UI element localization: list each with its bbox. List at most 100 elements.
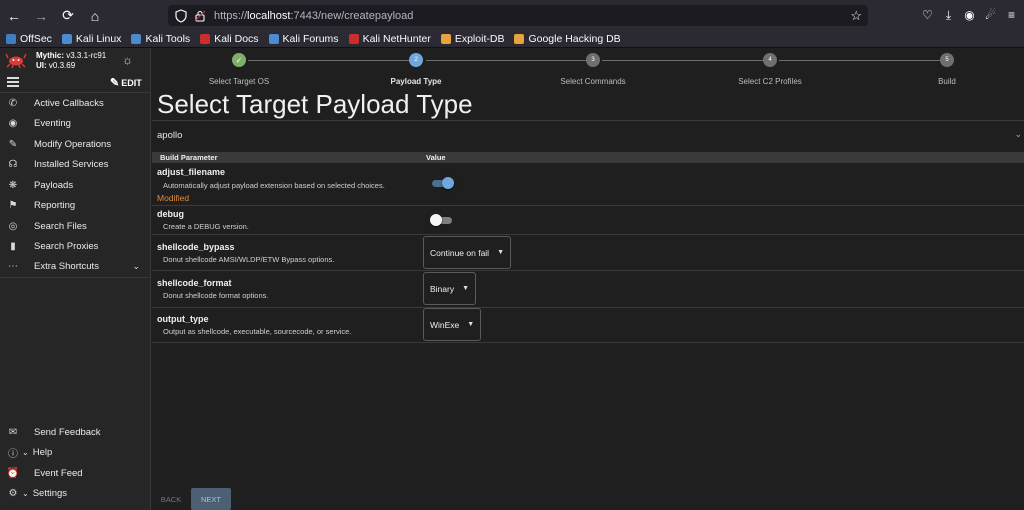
- sidebar-item-reporting[interactable]: ⚑ Reporting: [0, 196, 150, 217]
- hamburger-menu-icon[interactable]: [7, 77, 19, 87]
- sidebar-item-settings[interactable]: ⚙ ⌄ Settings: [0, 484, 150, 505]
- sidebar-item-modify-operations[interactable]: ✎ Modify Operations: [0, 134, 150, 155]
- sidebar-item-payloads[interactable]: ❋ Payloads: [0, 175, 150, 196]
- play-circle-icon: ◉: [8, 118, 18, 130]
- lock-icon: [194, 10, 206, 22]
- sidebar-item-send-feedback[interactable]: ✉ Send Feedback: [0, 422, 150, 443]
- menu-icon[interactable]: ≡: [1003, 4, 1020, 26]
- sidebar-item-help[interactable]: ⓘ ⌄ Help: [0, 443, 150, 464]
- step-build[interactable]: 5 Build: [887, 52, 1007, 86]
- sidebar-item-extra-shortcuts[interactable]: ⋯ Extra Shortcuts ⌄: [0, 257, 150, 278]
- sidebar: Mythic: v3.3.1-rc91 UI: v0.3.69 ☼ ✎ EDIT …: [0, 48, 151, 510]
- modified-label: Modified: [157, 193, 190, 203]
- dots-icon: ⋯: [8, 261, 18, 273]
- alarm-icon: ⏰: [6, 467, 20, 479]
- brand: Mythic: v3.3.1-rc91 UI: v0.3.69 ☼: [0, 48, 150, 75]
- bookmark-favicon-icon: [131, 34, 142, 44]
- bookmark-item[interactable]: OffSec: [6, 33, 52, 45]
- step-select-target-os[interactable]: ✓ Select Target OS: [179, 52, 299, 86]
- socks-icon: ▮: [10, 241, 16, 253]
- back-button[interactable]: BACK: [156, 488, 186, 510]
- bookmark-item[interactable]: Google Hacking DB: [514, 33, 621, 45]
- main-content: ✓ Select Target OS 2 Payload Type 3 Sele…: [152, 48, 1024, 510]
- adjust-filename-toggle[interactable]: [430, 177, 454, 189]
- caret-icon: ⌄: [1014, 129, 1022, 139]
- bookmark-favicon-icon: [440, 34, 451, 44]
- debug-toggle[interactable]: [430, 214, 454, 226]
- param-row-output-type: output_type Output as shellcode, executa…: [152, 308, 1024, 343]
- version-info: Mythic: v3.3.1-rc91 UI: v0.3.69: [36, 51, 107, 70]
- param-row-debug: debug Create a DEBUG version.: [152, 206, 1024, 235]
- build-parameters-table: Build Parameter Value adjust_filename Au…: [152, 152, 1024, 343]
- sidebar-item-installed-services[interactable]: ☊ Installed Services: [0, 155, 150, 176]
- shellcode-bypass-select[interactable]: Continue on fail ▼: [423, 236, 512, 269]
- param-row-shellcode-bypass: shellcode_bypass Donut shellcode AMSI/WL…: [152, 235, 1024, 271]
- home-icon[interactable]: ⌂: [83, 4, 107, 28]
- extensions-icon[interactable]: ☄: [982, 4, 999, 26]
- back-arrow-icon[interactable]: ←: [2, 4, 26, 28]
- bookmark-item[interactable]: Kali NetHunter: [348, 33, 431, 45]
- bookmark-favicon-icon: [61, 34, 72, 44]
- browser-toolbar: ← → ⟳ ⌂ https://localhost:7443/new/creat…: [0, 0, 1024, 31]
- bookmark-item[interactable]: Kali Linux: [61, 33, 121, 45]
- chevron-down-icon: ⌄: [132, 261, 140, 272]
- bookmark-item[interactable]: Exploit-DB: [440, 33, 504, 45]
- bookmark-favicon-icon: [268, 34, 279, 44]
- mythic-logo: [5, 53, 27, 68]
- sidebar-bottom: ✉ Send Feedback ⓘ ⌄ Help ⏰ Event Feed ⚙ ⌄ Sett…: [0, 422, 150, 504]
- downloads-icon[interactable]: ⤓: [940, 4, 957, 26]
- step-payload-type[interactable]: 2 Payload Type: [356, 52, 476, 86]
- stepper: ✓ Select Target OS 2 Payload Type 3 Sele…: [152, 52, 1024, 92]
- next-button[interactable]: NEXT: [191, 488, 231, 510]
- bookmark-item[interactable]: Kali Tools: [131, 33, 190, 45]
- dropdown-arrow-icon: ▼: [467, 321, 475, 328]
- eye-icon: ◎: [8, 220, 18, 232]
- sidebar-item-active-callbacks[interactable]: ✆ Active Callbacks: [0, 93, 150, 114]
- sidebar-nav: ✆ Active Callbacks ◉ Eventing ✎ Modify Oper…: [0, 92, 150, 278]
- page-title: Select Target Payload Type: [157, 89, 473, 119]
- param-row-adjust-filename: adjust_filename Automatically adjust pay…: [152, 163, 1024, 206]
- shield-icon: [175, 8, 187, 23]
- feedback-icon: ✉: [8, 426, 18, 438]
- sidebar-item-search-files[interactable]: ◎ Search Files: [0, 216, 150, 237]
- bookmarks-bar: OffSec Kali Linux Kali Tools Kali Docs Kali …: [0, 31, 1024, 48]
- bookmark-item[interactable]: Kali Docs: [200, 33, 259, 45]
- sidebar-item-event-feed[interactable]: ⏰ Event Feed: [0, 463, 150, 484]
- payload-type-select[interactable]: apollo ⌄: [152, 120, 1024, 150]
- pocket-icon[interactable]: ♡: [919, 4, 936, 26]
- pencil-icon: ✎: [8, 138, 18, 150]
- chevron-down-icon: ⌄: [22, 448, 29, 458]
- step-select-c2-profiles[interactable]: 4 Select C2 Profiles: [710, 52, 830, 86]
- param-row-shellcode-format: shellcode_format Donut shellcode format …: [152, 271, 1024, 308]
- settings-icon: ⚙: [8, 488, 18, 500]
- address-bar[interactable]: https://localhost:7443/new/createpayload…: [168, 5, 868, 26]
- chevron-down-icon: ⌄: [22, 489, 29, 499]
- check-icon: ✓: [232, 53, 246, 67]
- bug-icon: ❋: [8, 179, 18, 191]
- reload-icon[interactable]: ⟳: [56, 4, 80, 28]
- shellcode-format-select[interactable]: Binary ▼: [423, 272, 477, 305]
- bookmark-favicon-icon: [6, 34, 16, 44]
- sidebar-item-eventing[interactable]: ◉ Eventing: [0, 114, 150, 135]
- output-type-select[interactable]: WinExe ▼: [423, 308, 482, 341]
- flag-icon: ⚑: [8, 200, 18, 212]
- phone-icon: ✆: [8, 97, 18, 109]
- step-select-commands[interactable]: 3 Select Commands: [533, 52, 653, 86]
- dropdown-arrow-icon: ▼: [462, 285, 470, 292]
- dropdown-arrow-icon: ▼: [497, 249, 505, 256]
- bookmark-favicon-icon: [514, 34, 525, 44]
- help-icon: ⓘ: [8, 449, 18, 461]
- forward-arrow-icon[interactable]: →: [29, 4, 53, 28]
- edit-button[interactable]: ✎ EDIT: [110, 76, 142, 89]
- url-text: https://localhost:7443/new/createpayload: [214, 9, 414, 22]
- headphones-icon: ☊: [8, 159, 18, 171]
- sidebar-item-search-proxies[interactable]: ▮ Search Proxies: [0, 237, 150, 258]
- bookmark-favicon-icon: [348, 34, 359, 44]
- bookmark-star-icon[interactable]: ☆: [850, 8, 862, 24]
- pencil-icon: ✎: [110, 77, 120, 89]
- bookmark-item[interactable]: Kali Forums: [268, 33, 339, 45]
- account-icon[interactable]: ◉: [961, 4, 978, 26]
- theme-sun-icon[interactable]: ☼: [122, 53, 133, 67]
- bookmark-favicon-icon: [200, 34, 211, 44]
- table-header: Build Parameter Value: [152, 152, 1024, 163]
